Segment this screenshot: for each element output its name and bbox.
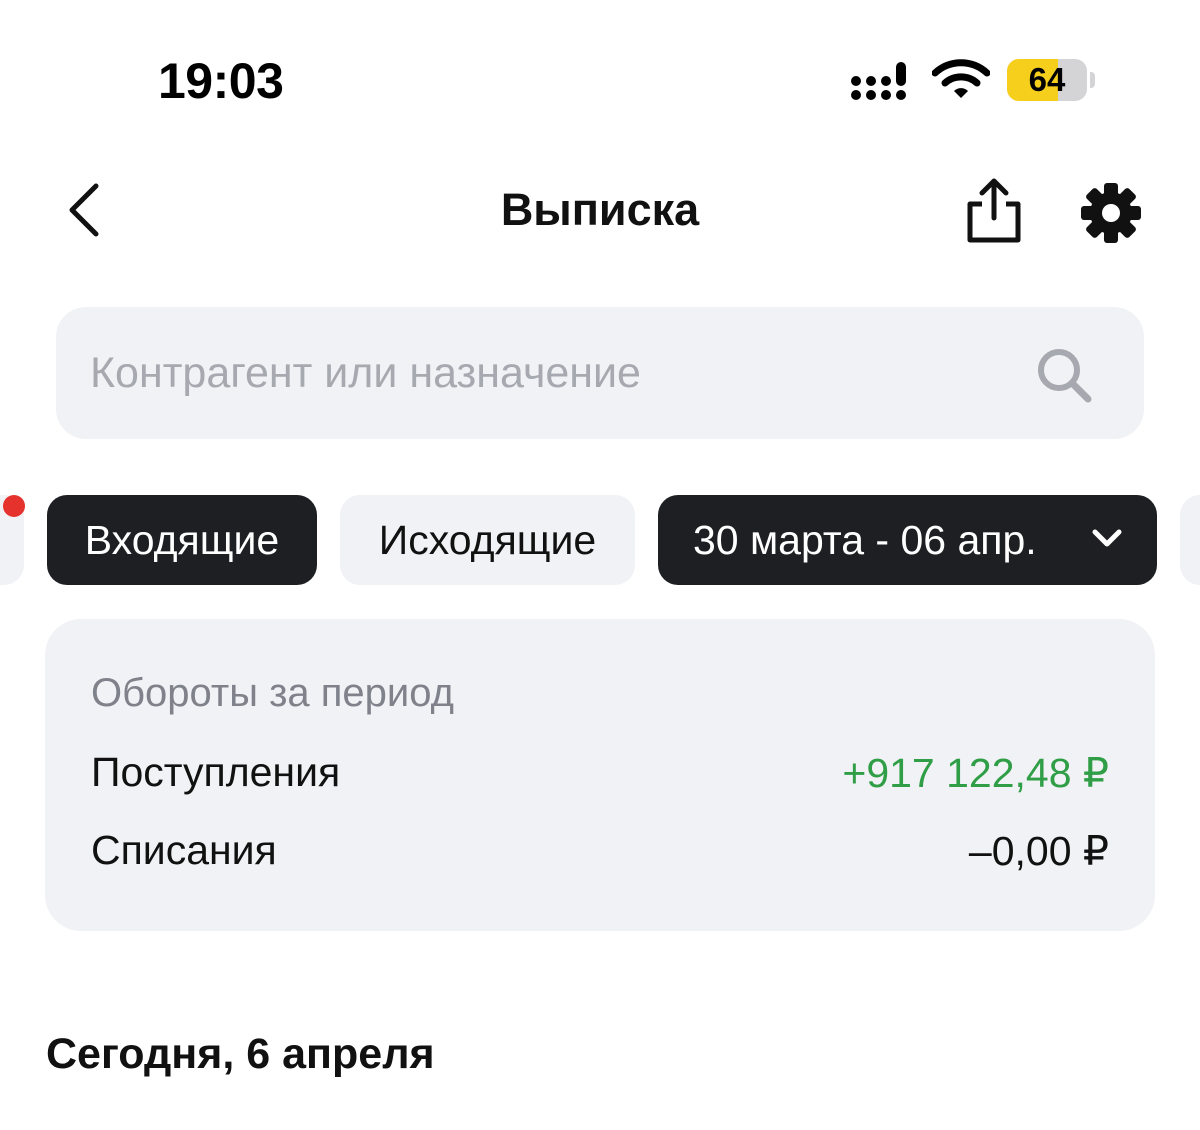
notification-dot	[3, 495, 25, 517]
turnover-summary-card: Обороты за период Поступления +917 122,4…	[45, 619, 1155, 931]
nav-bar: Выписка	[0, 160, 1200, 270]
settings-button[interactable]	[1078, 180, 1144, 246]
battery-label: 64	[1028, 61, 1066, 98]
period-label: 30 марта - 06 апр.	[693, 517, 1037, 563]
chevron-down-icon	[1092, 529, 1122, 547]
filter-chip-outgoing-label: Исходящие	[378, 517, 597, 563]
status-bar: 19:03 64	[0, 0, 1200, 150]
status-time: 19:03	[158, 53, 284, 109]
period-selector[interactable]: 30 марта - 06 апр.	[658, 495, 1157, 585]
battery-icon: 64	[1007, 59, 1087, 101]
filter-chip-incoming[interactable]: Входящие	[47, 495, 317, 585]
search-input[interactable]	[90, 337, 1010, 409]
income-label: Поступления	[91, 749, 341, 795]
filter-chip-partial-right[interactable]	[1180, 495, 1200, 585]
battery-cap	[1090, 72, 1095, 88]
filter-row: Входящие Исходящие 30 марта - 06 апр.	[0, 495, 1200, 587]
search-box[interactable]	[56, 307, 1144, 439]
filter-chip-incoming-label: Входящие	[84, 517, 280, 563]
signal-icon	[851, 62, 906, 100]
summary-heading: Обороты за период	[91, 671, 454, 715]
outcome-row: Списания –0,00 ₽	[91, 827, 1109, 877]
gear-icon	[1081, 183, 1141, 243]
wifi-icon	[932, 59, 990, 98]
search-icon[interactable]	[1034, 345, 1094, 405]
share-button[interactable]	[962, 176, 1026, 246]
transactions-date-header: Сегодня, 6 апреля	[46, 1030, 435, 1078]
income-row: Поступления +917 122,48 ₽	[91, 749, 1109, 799]
income-value: +917 122,48 ₽	[842, 750, 1109, 796]
filter-chip-outgoing[interactable]: Исходящие	[340, 495, 635, 585]
share-icon	[967, 178, 1021, 243]
outcome-value: –0,00 ₽	[968, 828, 1109, 874]
outcome-label: Списания	[91, 827, 277, 873]
